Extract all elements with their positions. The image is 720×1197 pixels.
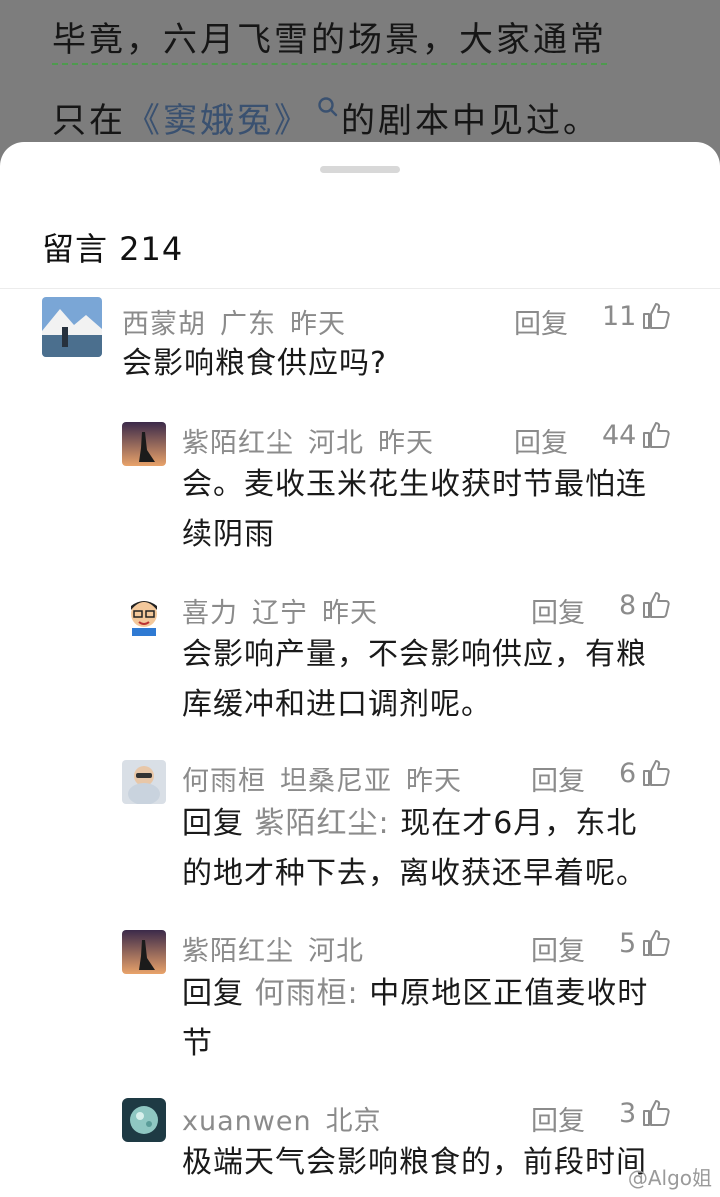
thumbs-up-icon — [643, 930, 670, 956]
mention-link[interactable]: 紫陌红尘: — [255, 806, 390, 841]
comment-region: 河北 — [308, 428, 364, 459]
divider — [0, 288, 720, 289]
article-link-dou-e[interactable]: 《窦娥冤》 — [126, 101, 311, 145]
comment-text: 会影响粮食供应吗? — [122, 346, 387, 381]
comment-time: 昨天 — [290, 309, 346, 340]
reply-button[interactable]: 回复 — [531, 759, 585, 798]
comment-meta: 紫陌红尘 河北 昨天 — [182, 421, 448, 460]
like-count: 11 — [602, 300, 637, 332]
comment-time: 昨天 — [322, 598, 378, 629]
mention-link[interactable]: 何雨桓: — [255, 976, 359, 1011]
sheet-drag-handle[interactable] — [320, 166, 400, 173]
like-button[interactable]: 3 — [619, 1097, 672, 1129]
reply-button[interactable]: 回复 — [531, 929, 585, 968]
comment-time: 昨天 — [378, 428, 434, 459]
comment-region: 广东 — [220, 309, 276, 340]
avatar[interactable] — [122, 592, 166, 636]
thumbs-up-icon — [643, 760, 670, 786]
avatar[interactable] — [122, 422, 166, 466]
avatar[interactable] — [122, 930, 166, 974]
like-button[interactable]: 44 — [602, 419, 672, 451]
comment-text: 会影响产量，不会影响供应，有粮 — [182, 637, 647, 672]
comments-sheet: 留言 214 西蒙胡 广东 昨天 回复 11 会影响粮食供应吗? 紫陌红尘 河北 昨天 … — [0, 142, 720, 1197]
article-line-2: 只在《窦娥冤》 的剧本中见过。 — [52, 93, 600, 145]
avatar[interactable] — [122, 760, 166, 804]
comment-region: 辽宁 — [252, 598, 308, 629]
like-count: 5 — [619, 927, 637, 959]
comment-text: 极端天气会影响粮食的，前段时间 — [182, 1145, 647, 1180]
like-button[interactable]: 6 — [619, 757, 672, 789]
like-count: 8 — [619, 589, 637, 621]
comment-author[interactable]: 紫陌红尘 — [182, 936, 294, 967]
like-count: 6 — [619, 757, 637, 789]
watermark: @Algo姐 — [627, 1166, 712, 1190]
comment-meta: 西蒙胡 广东 昨天 — [122, 302, 360, 341]
reply-button[interactable]: 回复 — [514, 302, 568, 341]
comment-text: 会。麦收玉米花生收获时节最怕连 — [182, 467, 647, 502]
like-button[interactable]: 11 — [602, 300, 672, 332]
like-count: 44 — [602, 419, 637, 451]
like-count: 3 — [619, 1097, 637, 1129]
comment-author[interactable]: 西蒙胡 — [122, 309, 206, 340]
comment-time: 昨天 — [406, 766, 462, 797]
comment-meta: 喜力 辽宁 昨天 — [182, 591, 392, 630]
comment-text: 回复 紫陌红尘: 现在才6月，东北 — [182, 799, 637, 849]
avatar[interactable] — [122, 1098, 166, 1142]
comments-title: 留言 214 — [42, 230, 184, 268]
article-line-1: 毕竟，六月飞雪的场景，大家通常 — [52, 12, 607, 65]
search-icon[interactable] — [317, 87, 339, 127]
comment-text: 库缓冲和进口调剂呢。 — [182, 687, 492, 722]
thumbs-up-icon — [643, 303, 671, 329]
comment-author[interactable]: 紫陌红尘 — [182, 428, 294, 459]
comment-meta: xuanwen 北京 — [182, 1099, 396, 1138]
article-line-2-post: 的剧本中见过。 — [341, 101, 600, 145]
thumbs-up-icon — [643, 422, 671, 448]
reply-button[interactable]: 回复 — [514, 421, 568, 460]
reply-prefix: 回复 — [182, 806, 244, 841]
like-button[interactable]: 5 — [619, 927, 672, 959]
comment-text: 回复 何雨桓: 中原地区正值麦收时 — [182, 969, 648, 1019]
reply-button[interactable]: 回复 — [531, 591, 585, 630]
comment-text: 的地才种下去，离收获还早着呢。 — [182, 856, 647, 891]
comment-meta: 紫陌红尘 河北 — [182, 929, 378, 968]
like-button[interactable]: 8 — [619, 589, 672, 621]
comment-region: 坦桑尼亚 — [280, 766, 392, 797]
reply-prefix: 回复 — [182, 976, 244, 1011]
comment-region: 北京 — [325, 1106, 382, 1137]
thumbs-up-icon — [643, 592, 670, 618]
article-line-2-pre: 只在 — [52, 101, 126, 145]
comment-author[interactable]: 何雨桓 — [182, 766, 266, 797]
comment-author[interactable]: xuanwen — [182, 1106, 312, 1137]
avatar[interactable] — [42, 297, 102, 357]
thumbs-up-icon — [643, 1100, 670, 1126]
comment-author[interactable]: 喜力 — [182, 598, 238, 629]
comment-text: 续阴雨 — [182, 517, 275, 552]
comment-meta: 何雨桓 坦桑尼亚 昨天 — [182, 759, 476, 798]
comment-text-body: 现在才6月，东北 — [400, 806, 638, 841]
reply-button[interactable]: 回复 — [531, 1099, 585, 1138]
comment-text-body: 中原地区正值麦收时 — [369, 976, 649, 1011]
comment-region: 河北 — [308, 936, 364, 967]
comment-text: 节 — [182, 1026, 213, 1061]
